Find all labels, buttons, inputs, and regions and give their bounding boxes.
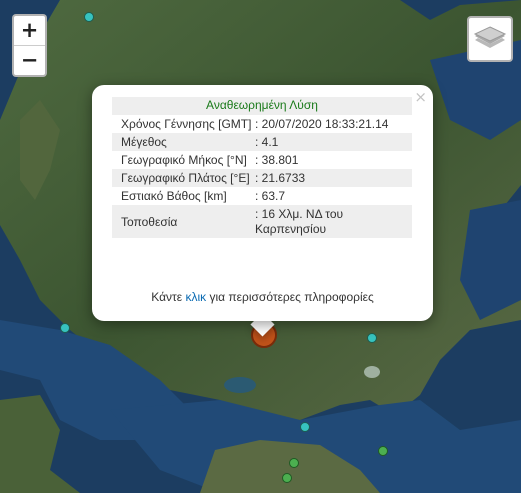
more-info-link[interactable]: κλικ [185,290,206,304]
layers-button[interactable] [467,16,513,62]
more-info-prefix: Κάντε [151,290,186,304]
table-row: Μέγεθος : 4.1 [112,133,412,151]
table-row: Γεωγραφικό Πλάτος [°E] : 21.6733 [112,169,412,187]
earthquake-marker[interactable] [84,12,94,22]
location-label: Τοποθεσία [112,205,253,238]
table-row: Εστιακό Βάθος [km] : 63.7 [112,187,412,205]
latitude-value: : 38.801 [255,153,299,167]
more-info-text: Κάντε κλικ για περισσότερες πληροφορίες [92,290,433,304]
earthquake-marker[interactable] [282,473,292,483]
popup-title-row: Αναθεωρημένη Λύση [112,97,412,115]
more-info-suffix: για περισσότερες πληροφορίες [206,290,374,304]
earthquake-marker[interactable] [367,333,377,343]
zoom-out-button[interactable]: − [14,45,45,75]
earthquake-marker[interactable] [300,422,310,432]
depth-value: : 63.7 [255,189,286,203]
earthquake-popup: × Αναθεωρημένη Λύση Χρόνος Γέννησης [GMT… [92,85,433,321]
latitude-label: Γεωγραφικό Μήκος [°N] [121,153,247,167]
table-row: Χρόνος Γέννησης [GMT] : 20/07/2020 18:33… [112,115,412,133]
longitude-value: : 21.6733 [253,169,412,187]
origin-time-label: Χρόνος Γέννησης [GMT] [121,117,252,131]
lake-east [364,366,380,378]
zoom-control: + − [12,14,47,77]
popup-close-button[interactable]: × [414,88,427,106]
earthquake-marker[interactable] [378,446,388,456]
table-row: Γεωγραφικό Μήκος [°N] : 38.801 [112,151,412,169]
lake [224,377,256,393]
depth-label: Εστιακό Βάθος [km] [121,189,227,203]
magnitude-value: : 4.1 [253,133,412,151]
origin-time-value: : 20/07/2020 18:33:21.14 [255,117,389,131]
popup-title: Αναθεωρημένη Λύση [112,97,412,115]
table-row: Τοποθεσία : 16 Χλμ. ΝΔ του Καρπενησίου [112,205,412,238]
earthquake-marker[interactable] [60,323,70,333]
magnitude-label: Μέγεθος [112,133,253,151]
earthquake-info-table: Αναθεωρημένη Λύση Χρόνος Γέννησης [GMT] … [112,97,412,238]
longitude-label: Γεωγραφικό Πλάτος [°E] [112,169,253,187]
layers-icon [473,26,507,48]
earthquake-marker[interactable] [289,458,299,468]
location-value: : 16 Χλμ. ΝΔ του Καρπενησίου [253,205,412,238]
map[interactable]: + − × Αναθεωρημένη Λύση Χρόνος Γέννησης … [0,0,521,493]
zoom-in-button[interactable]: + [14,16,45,45]
